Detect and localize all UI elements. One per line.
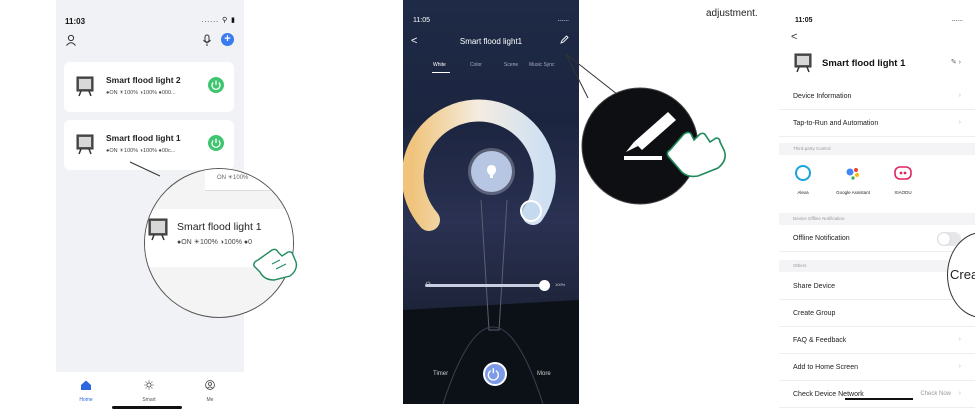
bottom-tab-bar: Home Smart Me [56,372,244,409]
item-label: XIAODU [894,190,912,195]
zoom-device-status: ●ON ☀100% ◑100% ●0 [177,239,252,246]
status-icons: ...... [951,16,963,23]
menu-offline-notification[interactable]: Offline Notification [779,226,975,252]
section-label: Third-party Control [793,146,831,151]
zoom-device-name: Smart flood light 1 [177,221,262,233]
bulb-icon [487,165,496,178]
row-label: FAQ & Feedback [793,337,847,344]
alexa-item[interactable]: Alexa [783,164,823,196]
brightness-value: 100% [555,282,566,287]
flood-light-icon [794,53,812,73]
device-header[interactable]: Smart flood light 1 ✎ › [779,49,975,80]
chevron-right-icon: › [958,363,961,370]
brightness-slider[interactable] [425,284,545,287]
menu-create-group[interactable]: Create Group [779,301,975,327]
tab-home[interactable]: Home [66,377,106,403]
night-background [403,99,579,404]
menu-check-device-network[interactable]: Check Device Network Check Now › [779,382,975,408]
home-icon [81,380,91,390]
home-indicator [845,398,913,400]
microphone-icon[interactable] [202,34,212,47]
check-now-link[interactable]: Check Now [920,391,951,397]
power-button[interactable] [208,135,224,151]
row-label: Add to Home Screen [793,364,858,371]
status-time: 11:05 [795,17,813,24]
chevron-right-icon: › [958,119,961,126]
device-status: ●ON ☀100% ◑100% ●000... [106,90,176,96]
tab-me[interactable]: Me [190,377,230,403]
status-time: 11:03 [65,17,86,26]
menu-faq-feedback[interactable]: FAQ & Feedback › [779,328,975,354]
chevron-right-icon: › [958,336,961,343]
power-icon [211,138,221,148]
menu-device-information[interactable]: Device Information › [779,84,975,110]
row-label: Offline Notification [793,235,850,242]
menu-share-device[interactable]: Share Device [779,274,975,300]
power-button[interactable] [208,77,224,93]
back-button[interactable]: < [791,31,797,43]
row-label: Device Information [793,93,852,100]
tab-label: Me [206,397,214,403]
row-label: Share Device [793,283,836,290]
xiaodu-icon [894,166,912,180]
caption-text: adjustment. [706,8,758,19]
third-party-list: Alexa Google Assistant XIAODU [779,158,975,210]
brightness-slider-knob[interactable] [539,280,550,291]
menu-tap-to-run[interactable]: Tap-to-Run and Automation › [779,111,975,137]
section-header: Third-party Control [779,143,975,155]
xiaodu-item[interactable]: XIAODU [883,164,923,196]
speech-text: Crea [950,267,975,282]
edit-icon[interactable]: ✎ › [951,58,961,66]
row-label: Create Group [793,310,836,317]
row-label: Check Device Network [793,391,864,398]
flood-light-icon [76,134,94,155]
add-device-button[interactable]: + [221,33,234,46]
section-label: Device Offline Notification [793,216,845,221]
alexa-icon [795,165,811,181]
item-label: Alexa [797,190,809,195]
power-button[interactable] [483,362,507,386]
row-label: Tap-to-Run and Automation [793,120,879,127]
light-control-screen: 11:05 ...... < Smart flood light1 White … [403,0,579,404]
zoom-strip: ON ☀100% [205,169,293,191]
item-label: Google Assistant [836,190,870,195]
device-name: Smart flood light 1 [822,58,906,69]
status-icons: ...... ⚲ ▮ [201,16,236,24]
google-assistant-icon [846,168,859,180]
chevron-right-icon: › [958,92,961,99]
google-assistant-item[interactable]: Google Assistant [833,164,873,196]
user-icon[interactable] [65,34,77,46]
sun-icon [144,380,154,390]
tap-hand-icon [253,248,298,281]
power-icon [487,368,499,381]
profile-icon [205,380,215,390]
flood-light-icon [76,76,94,97]
device-name: Smart flood light 1 [106,133,181,143]
tab-smart[interactable]: Smart [129,377,169,403]
section-header: Others [779,260,975,272]
color-temperature-wheel[interactable] [471,151,512,192]
edit-zoom-callout [565,53,726,205]
menu-add-to-home-screen[interactable]: Add to Home Screen › [779,355,975,381]
tab-label: Smart [142,397,156,403]
device-card[interactable]: Smart flood light 2 ●ON ☀100% ◑100% ●000… [64,62,234,112]
power-icon [211,80,221,90]
section-header: Device Offline Notification [779,213,975,225]
timer-button[interactable]: Timer [433,371,448,377]
device-name: Smart flood light 2 [106,75,181,85]
battery-icon: ▮ [231,17,236,24]
flood-light-icon [148,218,168,241]
more-button[interactable]: More [537,371,551,377]
signal-icon: ...... [201,17,220,24]
chevron-right-icon: › [958,390,961,397]
tab-label: Home [79,397,93,403]
device-settings-screen: 11:05 ...... < Smart flood light 1 ✎ › D… [779,0,975,409]
wifi-icon: ⚲ [222,17,229,24]
section-label: Others [793,263,807,268]
wheel-handle[interactable] [520,200,542,222]
